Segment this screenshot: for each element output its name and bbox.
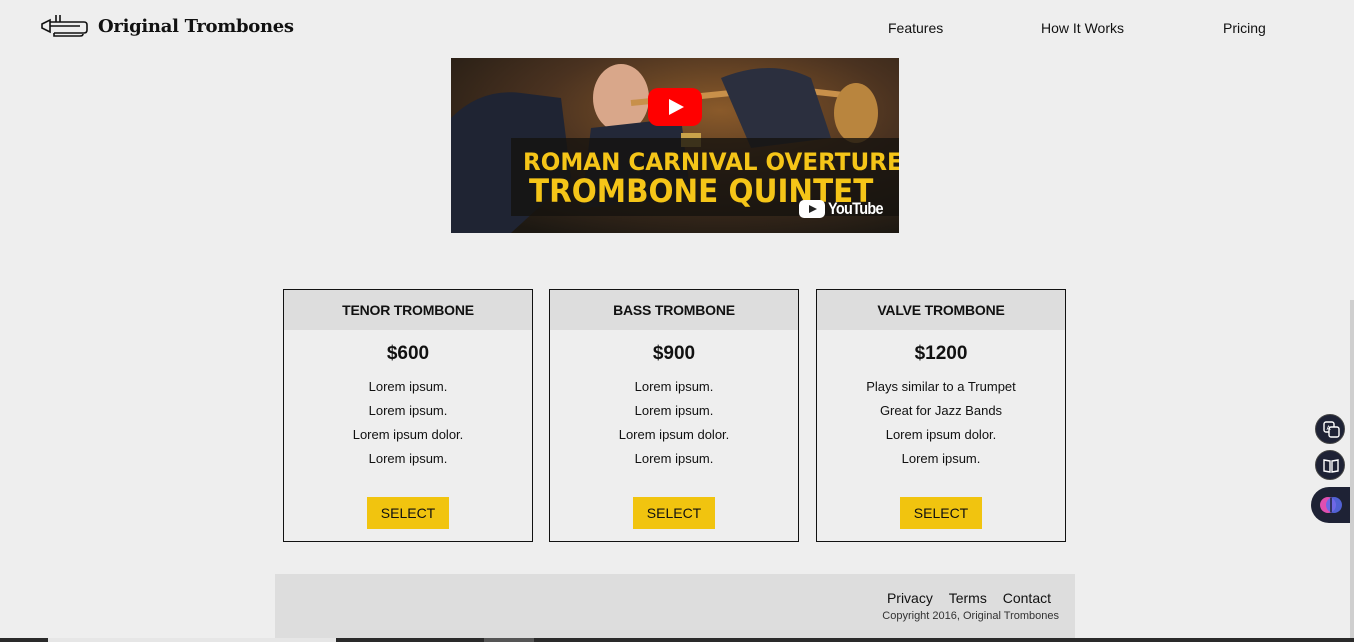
ai-assistant-widget-button[interactable] [1311, 487, 1354, 523]
copyright-text: Copyright 2016, Original Trombones [882, 610, 1059, 622]
translate-widget-button[interactable]: A [1315, 414, 1345, 444]
play-button[interactable] [648, 88, 702, 126]
feature-item: Lorem ipsum. [634, 379, 714, 394]
footer-link-privacy[interactable]: Privacy [887, 590, 933, 606]
card-title: TENOR TROMBONE [284, 290, 532, 330]
select-button-bass[interactable]: SELECT [633, 497, 715, 529]
feature-list: Lorem ipsum. Lorem ipsum. Lorem ipsum do… [284, 375, 532, 471]
card-price: $1200 [914, 343, 968, 364]
feature-item: Lorem ipsum. [368, 403, 448, 418]
site-footer: Privacy Terms Contact Copyright 2016, Or… [275, 574, 1075, 642]
video-embed[interactable]: ROMAN CARNIVAL OVERTURE TROMBONE QUINTET… [451, 58, 899, 233]
feature-item: Lorem ipsum. [634, 403, 714, 418]
card-title: BASS TROMBONE [550, 290, 798, 330]
feature-list: Plays similar to a Trumpet Great for Jaz… [817, 375, 1065, 471]
pricing-card-valve: VALVE TROMBONE $1200 Plays similar to a … [816, 289, 1066, 542]
footer-link-terms[interactable]: Terms [949, 590, 987, 606]
youtube-icon [799, 200, 825, 218]
taskbar-strip [0, 638, 1354, 642]
select-button-tenor[interactable]: SELECT [367, 497, 449, 529]
footer-link-contact[interactable]: Contact [1003, 590, 1051, 606]
pricing-card-tenor: TENOR TROMBONE $600 Lorem ipsum. Lorem i… [283, 289, 533, 542]
nav-link-pricing[interactable]: Pricing [1223, 20, 1266, 36]
select-button-valve[interactable]: SELECT [900, 497, 982, 529]
card-price: $900 [652, 343, 696, 364]
feature-item: Lorem ipsum dolor. [618, 427, 730, 442]
footer-links: Privacy Terms Contact [875, 590, 1051, 606]
trombone-icon[interactable] [40, 10, 88, 42]
nav-link-features[interactable]: Features [888, 20, 943, 36]
youtube-label: YouTube [828, 199, 884, 218]
feature-item: Lorem ipsum. [901, 451, 981, 466]
pricing-card-bass: BASS TROMBONE $900 Lorem ipsum. Lorem ip… [549, 289, 799, 542]
reader-icon [1323, 459, 1339, 473]
site-header: Original Trombones Features How It Works… [0, 0, 1354, 56]
reader-widget-button[interactable] [1315, 450, 1345, 480]
feature-list: Lorem ipsum. Lorem ipsum. Lorem ipsum do… [550, 375, 798, 471]
feature-item: Great for Jazz Bands [879, 403, 1003, 418]
card-title: VALVE TROMBONE [817, 290, 1065, 330]
feature-item: Lorem ipsum dolor. [352, 427, 464, 442]
card-price: $600 [386, 343, 430, 364]
feature-item: Lorem ipsum. [368, 379, 448, 394]
feature-item: Lorem ipsum. [368, 451, 448, 466]
ai-brain-icon [1320, 497, 1342, 513]
brand-name[interactable]: Original Trombones [98, 16, 294, 37]
scrollbar[interactable] [1350, 300, 1354, 642]
translate-icon: A [1323, 421, 1340, 438]
feature-item: Lorem ipsum dolor. [885, 427, 997, 442]
nav-link-how-it-works[interactable]: How It Works [1041, 20, 1124, 36]
feature-item: Lorem ipsum. [634, 451, 714, 466]
feature-item: Plays similar to a Trumpet [866, 379, 1016, 394]
